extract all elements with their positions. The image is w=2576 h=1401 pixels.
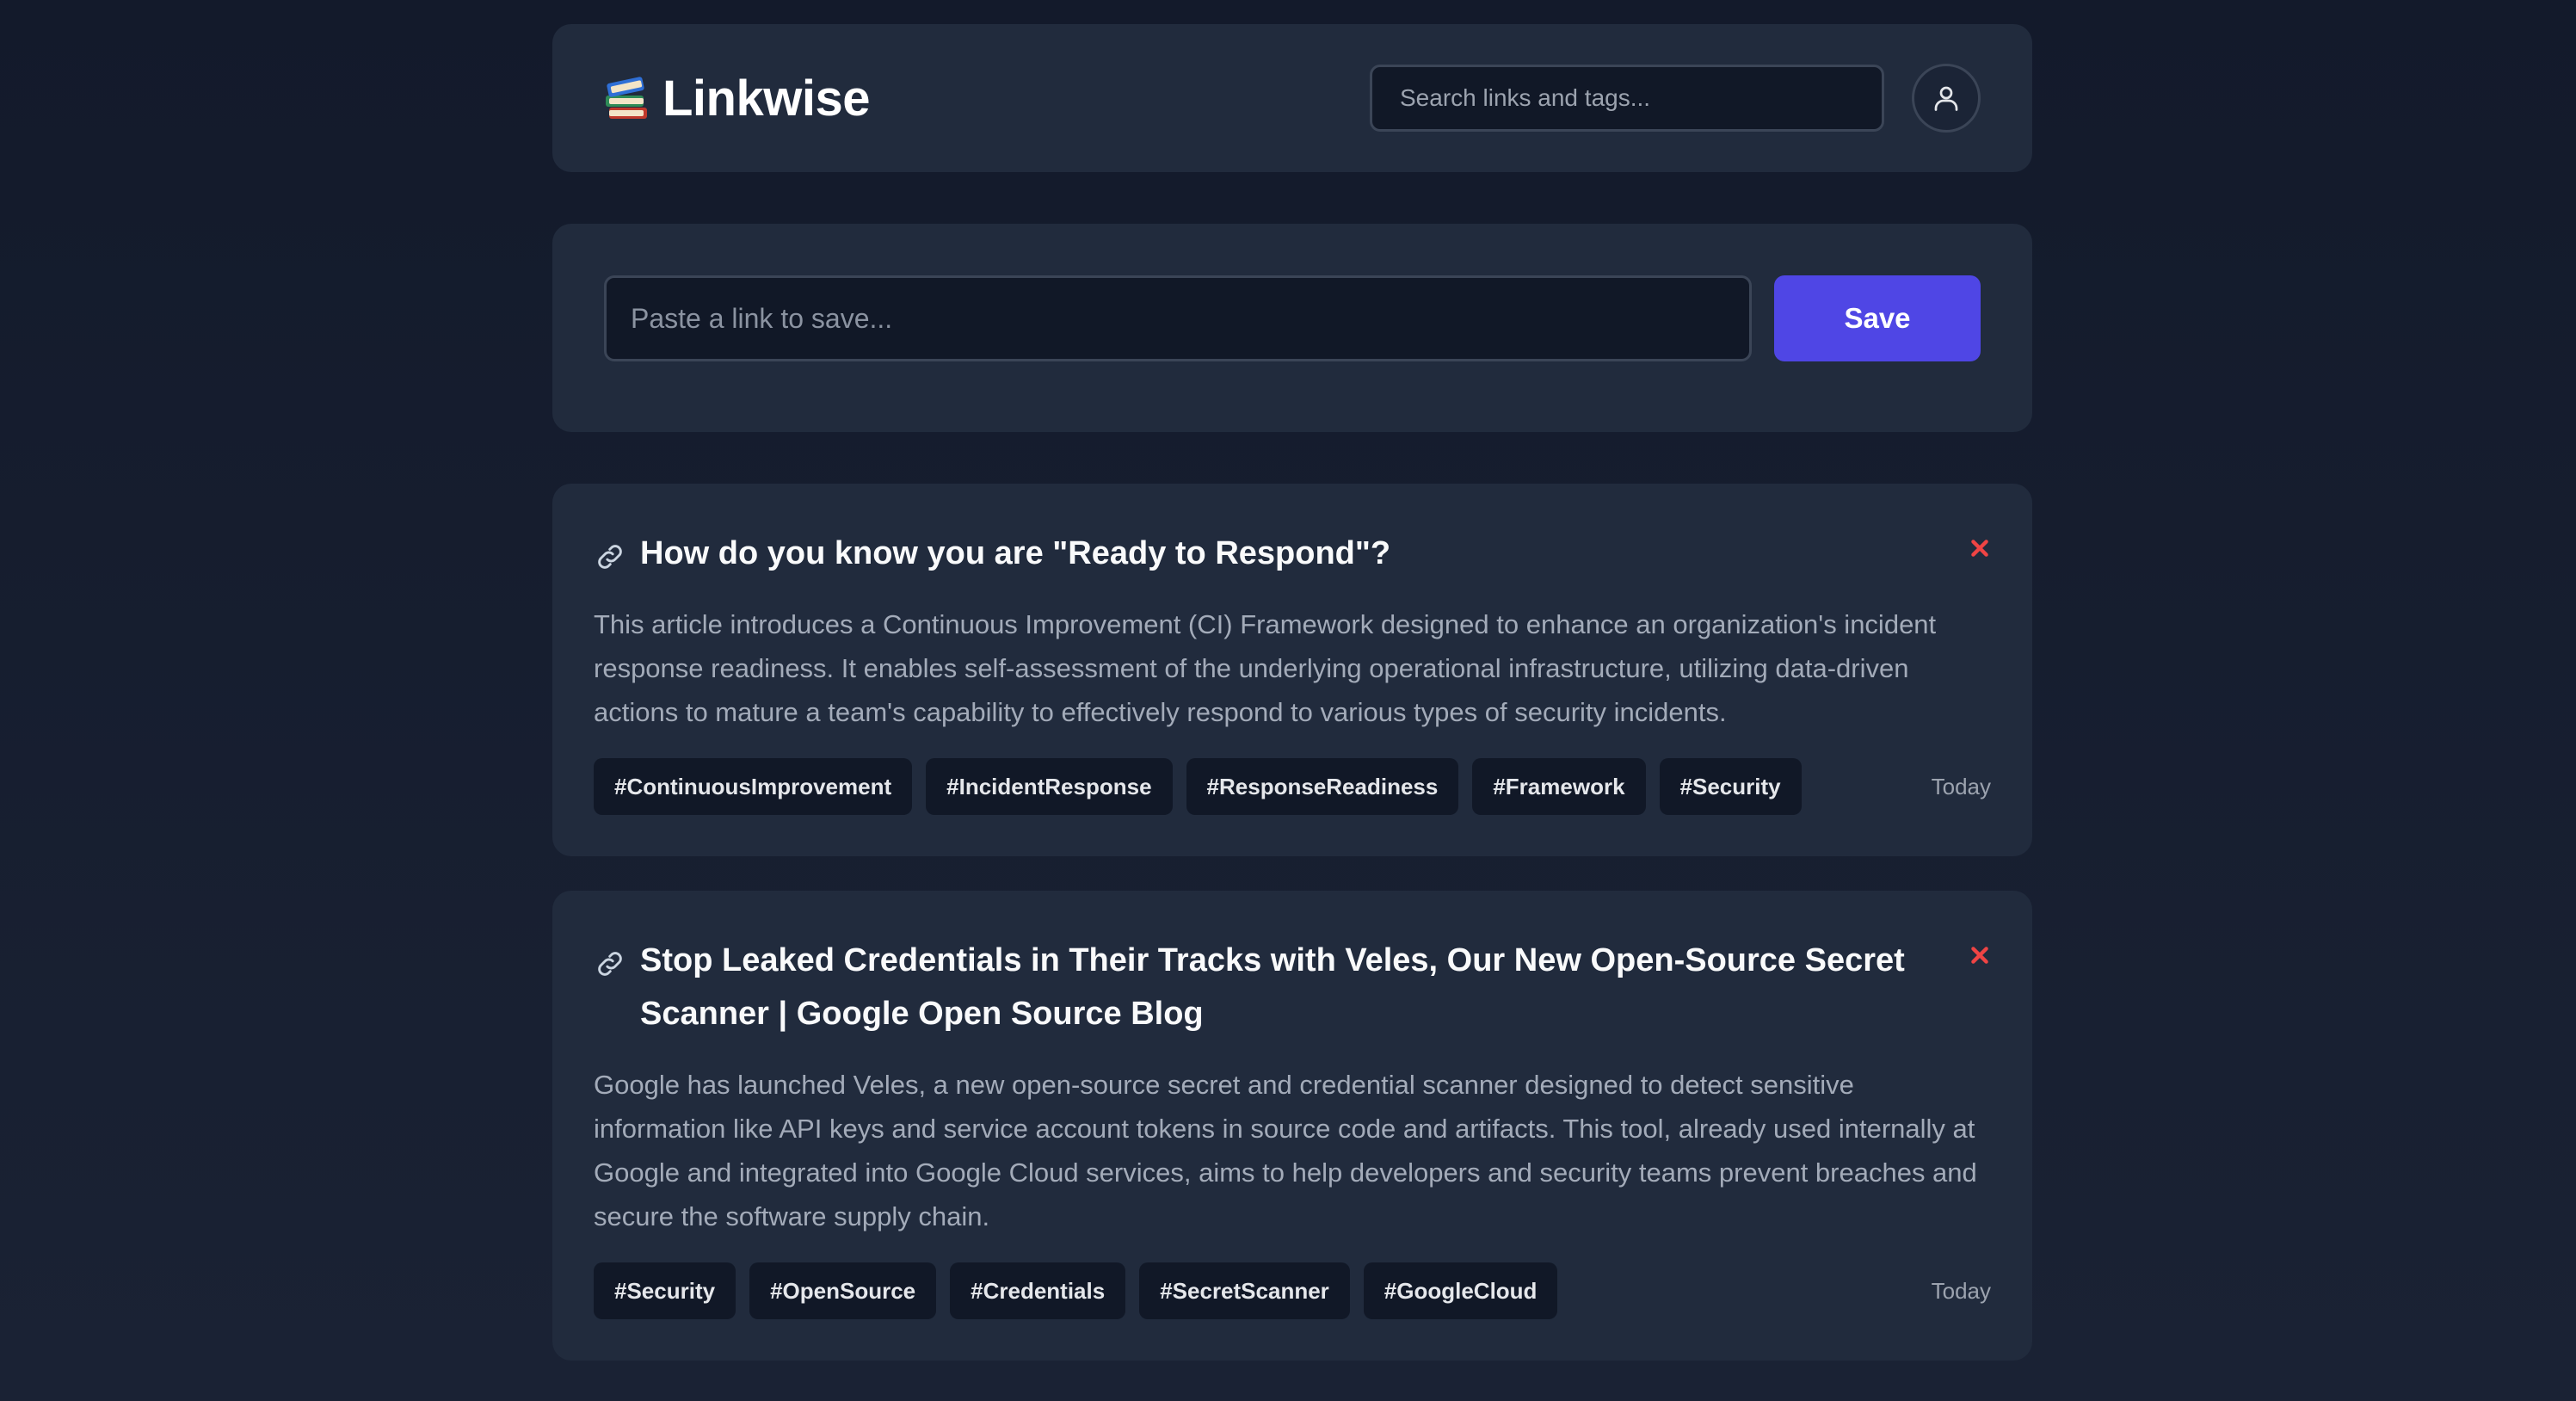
card-footer: #Security #OpenSource #Credentials #Secr… bbox=[594, 1262, 1991, 1319]
saved-date: Today bbox=[1931, 1277, 1991, 1304]
delete-link-button[interactable] bbox=[1969, 944, 1991, 966]
link-icon bbox=[598, 952, 622, 976]
link-title[interactable]: Stop Leaked Credentials in Their Tracks … bbox=[640, 934, 1939, 1040]
card-footer: #ContinuousImprovement #IncidentResponse… bbox=[594, 758, 1991, 815]
search-input[interactable] bbox=[1370, 65, 1884, 132]
link-title[interactable]: How do you know you are "Ready to Respon… bbox=[640, 527, 1390, 580]
header-actions bbox=[1370, 64, 1981, 133]
saved-date: Today bbox=[1931, 773, 1991, 799]
link-description: This article introduces a Continuous Imp… bbox=[594, 609, 1937, 727]
tag-chip[interactable]: #Credentials bbox=[950, 1262, 1126, 1319]
user-icon bbox=[1934, 86, 1958, 111]
card-header: How do you know you are "Ready to Respon… bbox=[594, 530, 1991, 580]
app-container: Linkwise Save How do you know you are "R… bbox=[552, 24, 2032, 1361]
tag-chip[interactable]: #OpenSource bbox=[749, 1262, 937, 1319]
link-card: How do you know you are "Ready to Respon… bbox=[552, 484, 2032, 856]
books-icon bbox=[604, 73, 650, 123]
save-button[interactable]: Save bbox=[1774, 275, 1981, 361]
app-title: Linkwise bbox=[662, 70, 870, 127]
tag-chip[interactable]: #ContinuousImprovement bbox=[594, 758, 913, 815]
link-icon bbox=[598, 545, 622, 569]
card-header: Stop Leaked Credentials in Their Tracks … bbox=[594, 937, 1991, 1040]
tag-chip[interactable]: #SecretScanner bbox=[1139, 1262, 1350, 1319]
tag-list: #ContinuousImprovement #IncidentResponse… bbox=[594, 758, 1802, 815]
tag-chip[interactable]: #Security bbox=[1659, 758, 1802, 815]
tag-list: #Security #OpenSource #Credentials #Secr… bbox=[594, 1262, 1558, 1319]
tag-chip[interactable]: #GoogleCloud bbox=[1363, 1262, 1558, 1319]
brand[interactable]: Linkwise bbox=[604, 70, 870, 127]
delete-link-button[interactable] bbox=[1969, 537, 1991, 559]
save-link-form: Save bbox=[552, 224, 2032, 432]
app-header: Linkwise bbox=[552, 24, 2032, 172]
tag-chip[interactable]: #ResponseReadiness bbox=[1186, 758, 1459, 815]
link-card: Stop Leaked Credentials in Their Tracks … bbox=[552, 891, 2032, 1361]
tag-chip[interactable]: #Framework bbox=[1472, 758, 1646, 815]
user-menu-button[interactable] bbox=[1912, 64, 1981, 133]
link-description: Google has launched Veles, a new open-so… bbox=[594, 1070, 1977, 1231]
link-url-input[interactable] bbox=[604, 275, 1752, 361]
tag-chip[interactable]: #Security bbox=[594, 1262, 736, 1319]
tag-chip[interactable]: #IncidentResponse bbox=[926, 758, 1173, 815]
